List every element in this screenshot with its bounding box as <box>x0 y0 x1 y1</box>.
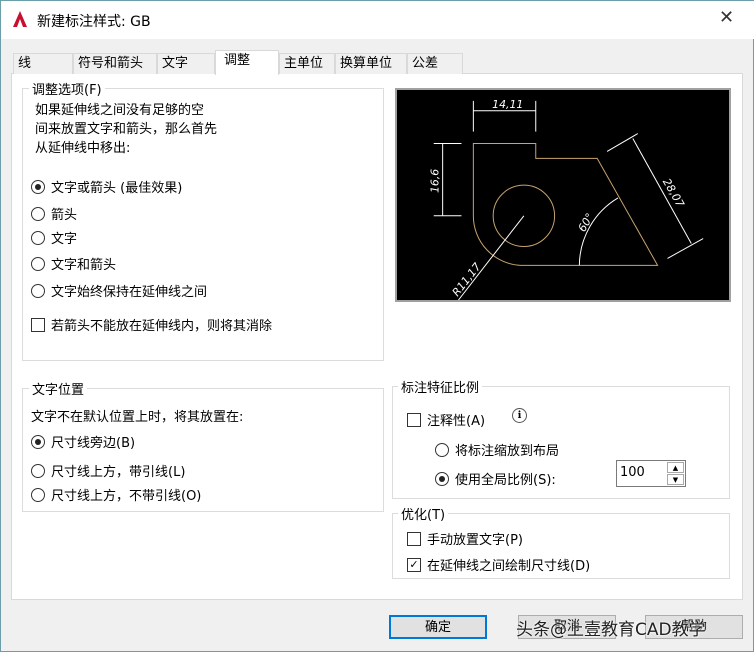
radio-keep-text-between[interactable]: 文字始终保持在延伸线之间 <box>31 281 207 300</box>
fit-options-description: 如果延伸线之间没有足够的空 间来放置文字和箭头，那么首先 从延伸线中移出: <box>35 101 217 158</box>
tab-text[interactable]: 文字 <box>157 53 215 74</box>
preview-circle <box>492 184 556 248</box>
checkbox[interactable]: ✓ <box>407 557 421 572</box>
spin-down-icon[interactable]: ▼ <box>667 474 684 485</box>
radio-button[interactable] <box>31 463 45 478</box>
dim-radius: R11,17 <box>450 260 484 299</box>
place-text-manually-checkbox[interactable]: 手动放置文字(P) <box>407 529 523 548</box>
close-icon[interactable]: ✕ <box>719 7 734 28</box>
checkbox-label: 在延伸线之间绘制尺寸线(D) <box>427 559 591 574</box>
radio-button[interactable] <box>435 471 449 486</box>
tab-alternate-units[interactable]: 换算单位 <box>335 53 407 74</box>
radio-label: 文字和箭头 <box>51 258 117 273</box>
radio-button[interactable] <box>31 283 45 298</box>
description-line: 如果延伸线之间没有足够的空 <box>35 103 205 118</box>
checkbox[interactable] <box>407 531 421 546</box>
radio-label: 箭头 <box>51 208 78 223</box>
radio-label: 尺寸线上方，带引线(L) <box>51 465 186 480</box>
window-title: 新建标注样式: GB <box>37 14 151 30</box>
description-line: 间来放置文字和箭头，那么首先 <box>35 122 218 137</box>
checkbox-label: 注释性(A) <box>427 414 486 429</box>
checkbox[interactable] <box>407 412 421 427</box>
preview-shape <box>472 142 659 266</box>
radio-label: 尺寸线上方，不带引线(O) <box>51 489 202 504</box>
dim-angular: 60° <box>576 211 597 234</box>
radio-button[interactable] <box>31 434 45 449</box>
tab-fit[interactable]: 调整 <box>215 50 279 75</box>
radio-global-scale[interactable]: 使用全局比例(S): <box>435 469 556 488</box>
radio-arrows[interactable]: 箭头 <box>31 204 77 223</box>
tab-symbols-arrows[interactable]: 符号和箭头 <box>73 53 157 74</box>
dim-horizontal: 14,11 <box>492 98 523 111</box>
radio-button[interactable] <box>31 179 45 194</box>
autocad-logo-icon <box>13 11 27 27</box>
checkbox-label: 手动放置文字(P) <box>427 533 523 548</box>
suppress-arrows-checkbox[interactable]: 若箭头不能放在延伸线内，则将其消除 <box>31 315 272 334</box>
radio-button[interactable] <box>31 487 45 502</box>
radio-button[interactable] <box>31 230 45 245</box>
ok-button[interactable]: 确定 <box>389 615 487 639</box>
info-icon[interactable]: ℹ <box>512 408 527 423</box>
annotative-checkbox[interactable]: 注释性(A) <box>407 410 485 429</box>
text-placement-description: 文字不在默认位置上时，将其放置在: <box>31 410 244 425</box>
radio-scale-to-layout[interactable]: 将标注缩放到布局 <box>435 440 559 459</box>
scale-label: 标注特征比例 <box>398 377 483 396</box>
radio-text-or-arrows[interactable]: 文字或箭头 (最佳效果) <box>31 177 182 196</box>
dimension-preview: 14,11 16,6 28,07 60° R11,17 <box>395 88 731 302</box>
watermark: 头条@上壹教育CAD教学 <box>516 620 706 640</box>
text-placement-label: 文字位置 <box>29 379 88 398</box>
checkbox-label: 若箭头不能放在延伸线内，则将其消除 <box>51 319 273 334</box>
dim-aligned: 28,07 <box>660 176 687 210</box>
radio-label: 将标注缩放到布局 <box>455 444 560 459</box>
radio-label: 尺寸线旁边(B) <box>51 436 136 451</box>
radio-label: 文字 <box>51 232 78 247</box>
tab-lines[interactable]: 线 <box>13 53 73 74</box>
fit-options-label: 调整选项(F) <box>29 79 105 98</box>
radio-label: 文字或箭头 (最佳效果) <box>51 181 183 196</box>
radio-over-without-leader[interactable]: 尺寸线上方，不带引线(O) <box>31 485 201 504</box>
tab-tolerances[interactable]: 公差 <box>407 53 463 74</box>
global-scale-spinner[interactable]: 100 ▲ ▼ <box>616 460 686 487</box>
checkbox[interactable] <box>31 317 45 332</box>
spin-up-icon[interactable]: ▲ <box>667 462 684 473</box>
radio-button[interactable] <box>435 442 449 457</box>
radio-text-and-arrows[interactable]: 文字和箭头 <box>31 254 116 273</box>
draw-dim-line-checkbox[interactable]: ✓ 在延伸线之间绘制尺寸线(D) <box>407 555 590 574</box>
fine-tuning-label: 优化(T) <box>398 504 449 523</box>
tab-primary-units[interactable]: 主单位 <box>279 53 335 74</box>
radio-button[interactable] <box>31 206 45 221</box>
dim-vertical: 16,6 <box>429 169 442 193</box>
radio-text[interactable]: 文字 <box>31 228 77 247</box>
description-line: 从延伸线中移出: <box>35 141 131 156</box>
radio-label: 使用全局比例(S): <box>455 473 556 488</box>
radio-over-with-leader[interactable]: 尺寸线上方，带引线(L) <box>31 461 185 480</box>
radio-label: 文字始终保持在延伸线之间 <box>51 285 208 300</box>
radio-button[interactable] <box>31 256 45 271</box>
global-scale-input[interactable]: 100 <box>620 465 645 480</box>
radio-beside-dim-line[interactable]: 尺寸线旁边(B) <box>31 432 135 451</box>
